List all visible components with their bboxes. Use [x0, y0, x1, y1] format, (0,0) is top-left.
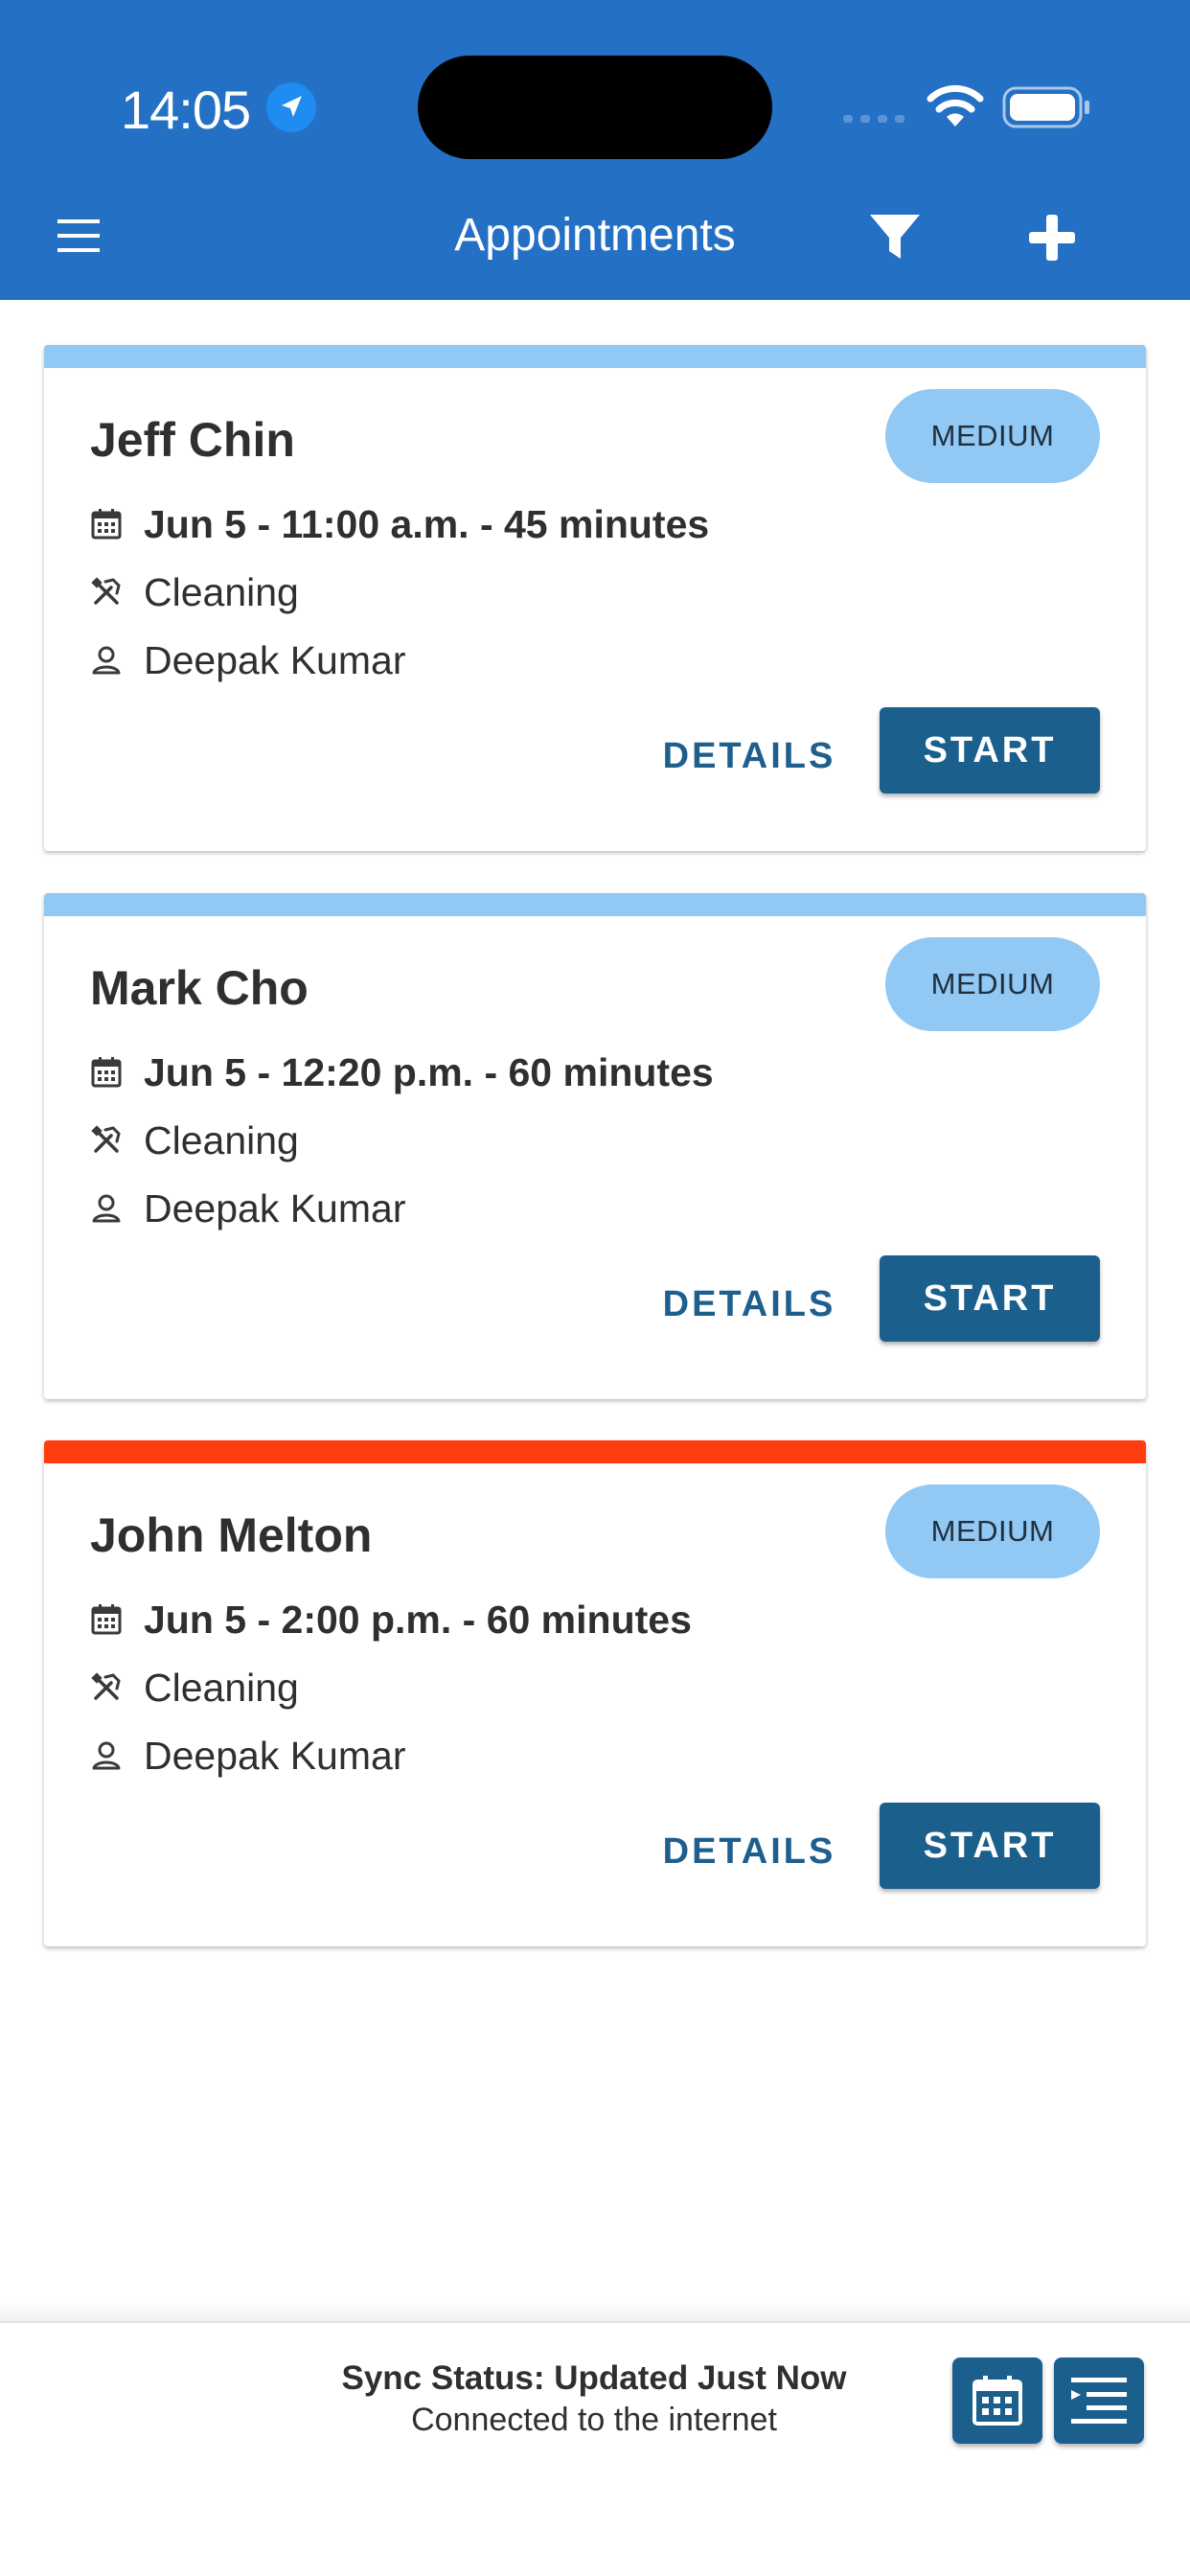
priority-accent-bar	[44, 893, 1146, 916]
signal-icon	[843, 115, 904, 123]
details-button[interactable]: DETAILS	[644, 1261, 855, 1347]
priority-badge: MEDIUM	[885, 389, 1100, 483]
service-row: Cleaning	[90, 1662, 299, 1714]
service-type: Cleaning	[144, 1665, 299, 1710]
calendar-icon	[91, 1604, 122, 1635]
appointment-datetime-row: Jun 5 - 11:00 a.m. - 45 minutes	[90, 498, 709, 550]
appointment-datetime-row: Jun 5 - 2:00 p.m. - 60 minutes	[90, 1594, 692, 1645]
plus-icon[interactable]	[1027, 213, 1077, 263]
customer-name: Mark Cho	[90, 961, 309, 1015]
priority-accent-bar	[44, 345, 1146, 368]
priority-accent-bar	[44, 1440, 1146, 1463]
app-header: 14:05 Appointments	[0, 0, 1190, 300]
person-icon	[92, 646, 121, 675]
priority-badge: MEDIUM	[885, 937, 1100, 1031]
camera-notch	[418, 56, 772, 159]
provider-name: Deepak Kumar	[144, 1185, 406, 1230]
calendar-icon	[91, 509, 122, 540]
provider-name: Deepak Kumar	[144, 1733, 406, 1778]
list-view-icon	[1071, 2378, 1127, 2424]
calendar-view-button[interactable]	[952, 2358, 1042, 2444]
appointment-card[interactable]: Jeff Chin MEDIUM Jun 5 - 11:00 a.m. - 45…	[44, 345, 1146, 851]
list-view-button[interactable]	[1054, 2358, 1144, 2444]
wifi-icon	[927, 84, 984, 126]
start-button[interactable]: START	[880, 707, 1100, 794]
details-button[interactable]: DETAILS	[644, 1808, 855, 1895]
details-button[interactable]: DETAILS	[644, 713, 855, 799]
service-row: Cleaning	[90, 566, 299, 618]
customer-name: John Melton	[90, 1508, 373, 1562]
status-time: 14:05	[121, 80, 251, 140]
tools-icon	[91, 1125, 121, 1153]
person-icon	[92, 1194, 121, 1223]
start-button[interactable]: START	[880, 1255, 1100, 1342]
start-button[interactable]: START	[880, 1803, 1100, 1889]
appointment-datetime-row: Jun 5 - 12:20 p.m. - 60 minutes	[90, 1046, 714, 1098]
calendar-icon	[973, 2376, 1022, 2426]
connection-status: Connected to the internet	[411, 2402, 777, 2438]
provider-name: Deepak Kumar	[144, 637, 406, 682]
sync-status: Sync Status: Updated Just Now	[341, 2359, 847, 2397]
customer-name: Jeff Chin	[90, 413, 295, 467]
appointment-card[interactable]: Mark Cho MEDIUM Jun 5 - 12:20 p.m. - 60 …	[44, 893, 1146, 1399]
tools-icon	[91, 1672, 121, 1700]
appointment-datetime: Jun 5 - 11:00 a.m. - 45 minutes	[144, 501, 710, 546]
priority-badge: MEDIUM	[885, 1484, 1100, 1578]
service-type: Cleaning	[144, 569, 299, 614]
service-type: Cleaning	[144, 1117, 299, 1162]
person-icon	[92, 1741, 121, 1770]
provider-row: Deepak Kumar	[90, 1183, 405, 1234]
tools-icon	[91, 577, 121, 605]
footer-shadow	[0, 2300, 1190, 2321]
page-title: Appointments	[454, 210, 736, 261]
appointment-card[interactable]: John Melton MEDIUM Jun 5 - 2:00 p.m. - 6…	[44, 1440, 1146, 1946]
appointment-datetime: Jun 5 - 2:00 p.m. - 60 minutes	[144, 1597, 692, 1642]
service-row: Cleaning	[90, 1115, 299, 1166]
provider-row: Deepak Kumar	[90, 1730, 405, 1782]
filter-icon[interactable]	[868, 213, 922, 263]
battery-icon	[1002, 86, 1089, 128]
location-arrow-icon	[266, 82, 316, 132]
provider-row: Deepak Kumar	[90, 634, 405, 686]
appointment-datetime: Jun 5 - 12:20 p.m. - 60 minutes	[144, 1049, 714, 1094]
calendar-icon	[91, 1057, 122, 1088]
